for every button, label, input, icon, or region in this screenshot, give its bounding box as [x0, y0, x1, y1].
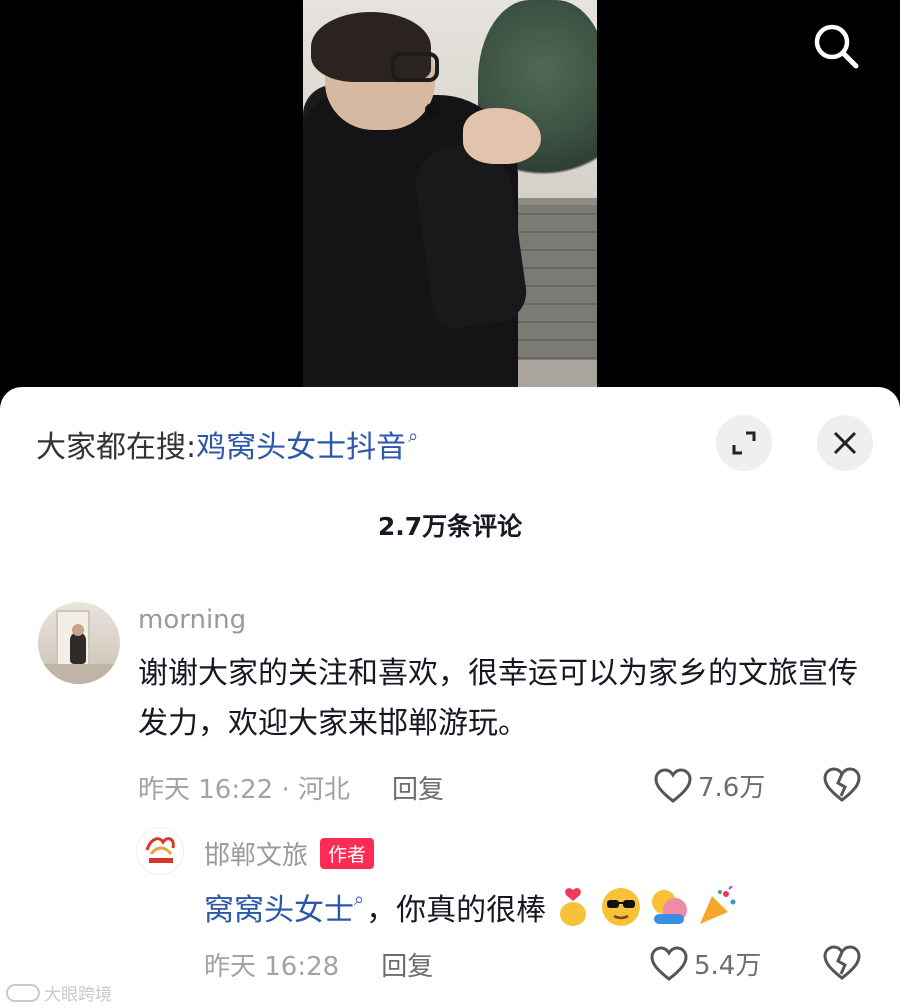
search-button[interactable]	[808, 18, 864, 74]
video-person-glasses	[391, 52, 439, 82]
small-search-icon: ⌕	[408, 425, 419, 447]
party-popper-emoji-icon	[696, 885, 738, 928]
reply-dislike-button[interactable]	[822, 943, 862, 983]
video-player[interactable]	[0, 0, 900, 400]
cool-face-emoji-icon	[600, 886, 642, 928]
comment-meta: 昨天 16:22 · 河北 回复	[138, 769, 444, 806]
comment-panel: 大家都在搜: 鸡窝头女士抖音 ⌕ 2.7万条评论 morning 谢谢大家的关注…	[0, 387, 900, 1008]
comment-count: 2.7万条评论	[377, 512, 523, 541]
watermark: 大眼跨境	[6, 980, 112, 1005]
handan-tourism-logo-icon	[138, 829, 183, 874]
search-icon	[814, 24, 859, 69]
expand-icon	[732, 431, 756, 455]
avatar-floor	[38, 664, 120, 684]
reply-button[interactable]: 回复	[381, 946, 433, 983]
comment-text: 谢谢大家的关注和喜欢，很幸运可以为家乡的文旅宣传发力，欢迎大家来邯郸游玩。	[138, 656, 858, 741]
watermark-logo-icon	[6, 983, 40, 1002]
watermark-text: 大眼跨境	[44, 985, 112, 1005]
reply-body: ，你真的很棒	[366, 893, 547, 928]
like-count: 7.6万	[698, 773, 766, 803]
like-button[interactable]: 7.6万	[654, 767, 765, 804]
video-frame[interactable]	[303, 0, 597, 390]
author-badge: 作者	[320, 838, 375, 869]
reply-username-row: 邯郸文旅 作者	[204, 835, 375, 872]
heart-hands-emoji-icon	[552, 886, 594, 928]
close-button[interactable]	[817, 415, 873, 471]
reply-time: 昨天 16:28	[204, 952, 340, 982]
hug-emoji-icon	[648, 886, 690, 928]
mention-link[interactable]: 窝窝头女士	[204, 885, 354, 929]
reply-avatar[interactable]	[136, 827, 184, 875]
heart-icon	[650, 945, 688, 981]
suggestion-term[interactable]: 鸡窝头女士抖音	[196, 422, 406, 466]
avatar-person-head	[72, 624, 84, 636]
reply-text: 窝窝头女士 ⌕ ，你真的很棒	[204, 885, 738, 929]
close-icon	[833, 431, 857, 455]
broken-heart-icon	[823, 945, 861, 980]
suggestion-prefix: 大家都在搜:	[36, 430, 197, 465]
search-suggestion[interactable]: 大家都在搜: 鸡窝头女士抖音 ⌕	[36, 422, 419, 466]
reply-meta: 昨天 16:28 回复	[204, 946, 433, 983]
avatar-person	[70, 632, 86, 664]
heart-icon	[654, 767, 692, 803]
broken-heart-icon	[823, 767, 861, 802]
video-person-mic	[425, 103, 441, 117]
comment-username[interactable]: morning	[138, 605, 246, 635]
reply-username[interactable]: 邯郸文旅	[204, 835, 308, 872]
like-count: 5.4万	[694, 951, 762, 981]
comment-time-location: 昨天 16:22 · 河北	[138, 775, 350, 805]
avatar[interactable]	[38, 602, 120, 684]
dislike-button[interactable]	[822, 765, 862, 805]
small-search-icon: ⌕	[354, 888, 365, 910]
reply-like-button[interactable]: 5.4万	[650, 945, 761, 982]
reply-button[interactable]: 回复	[392, 769, 444, 806]
expand-button[interactable]	[716, 415, 772, 471]
